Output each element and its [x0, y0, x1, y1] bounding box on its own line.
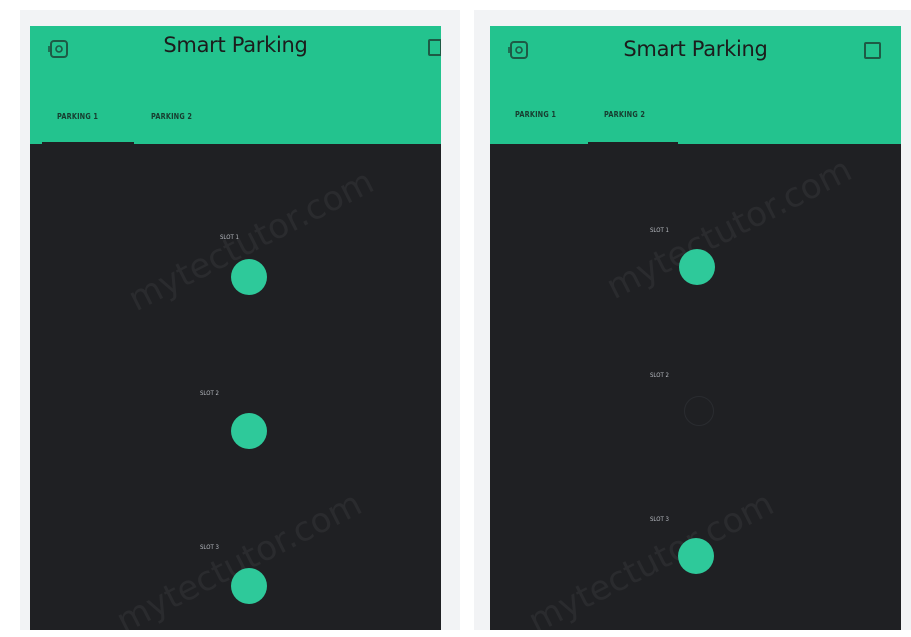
watermark: mytectutor.com — [600, 149, 859, 308]
slot-1-label: SLOT 1 — [220, 234, 239, 241]
screenshot-canvas: Smart Parking PARKING 1 PARKING 2 mytect… — [0, 0, 911, 637]
slot-3-label: SLOT 3 — [200, 544, 219, 551]
slot-2-label: SLOT 2 — [200, 390, 219, 397]
phone-screen-parking-1: Smart Parking PARKING 1 PARKING 2 mytect… — [30, 26, 441, 630]
tab-parking-2[interactable]: PARKING 2 — [604, 110, 645, 119]
slot-1-label: SLOT 1 — [650, 227, 669, 234]
slot-1-led — [679, 249, 715, 285]
square-icon[interactable] — [864, 42, 881, 59]
watermark: mytectutor.com — [522, 483, 781, 630]
active-tab-indicator — [588, 142, 678, 145]
slot-2-label: SLOT 2 — [650, 372, 669, 379]
app-title: Smart Parking — [623, 37, 768, 61]
tab-parking-1[interactable]: PARKING 1 — [57, 112, 98, 121]
watermark: mytectutor.com — [110, 483, 369, 630]
slot-3-label: SLOT 3 — [650, 516, 669, 523]
slot-3-led — [231, 568, 267, 604]
slot-1-led — [231, 259, 267, 295]
app-title: Smart Parking — [163, 33, 308, 57]
slot-2-led — [684, 396, 714, 426]
tab-parking-2[interactable]: PARKING 2 — [151, 112, 192, 121]
tab-parking-1[interactable]: PARKING 1 — [515, 110, 556, 119]
square-icon[interactable] — [428, 39, 441, 56]
app-header: Smart Parking PARKING 1 PARKING 2 — [490, 26, 901, 145]
app-header: Smart Parking PARKING 1 PARKING 2 — [30, 26, 441, 145]
slot-3-led — [678, 538, 714, 574]
phone-screen-parking-2: Smart Parking PARKING 1 PARKING 2 mytect… — [490, 26, 901, 630]
watermark: mytectutor.com — [122, 161, 381, 320]
active-tab-indicator — [42, 142, 134, 145]
slot-2-led — [231, 413, 267, 449]
